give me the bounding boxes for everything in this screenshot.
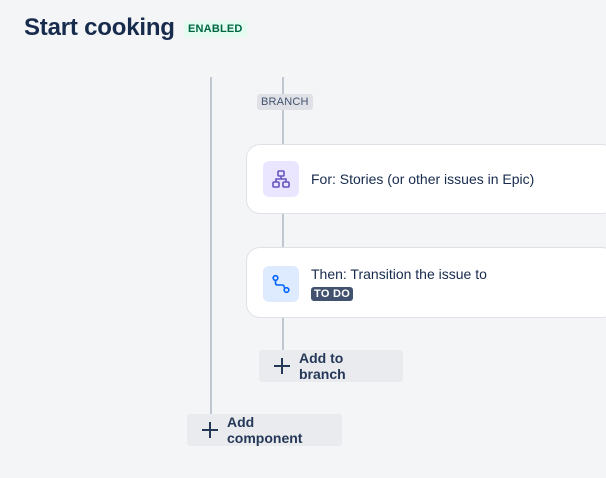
branch-condition-card[interactable]: For: Stories (or other issues in Epic) [246,144,606,214]
branch-line-middle [282,214,284,247]
status-lozenge: TO DO [311,287,354,301]
transition-icon [263,266,299,302]
branch-line-top [282,77,284,144]
add-component-button[interactable]: Add component [187,414,342,446]
branch-action-card[interactable]: Then: Transition the issue to TO DO [246,247,606,318]
hierarchy-icon [263,161,299,197]
action-text: Then: Transition the issue to [311,266,487,282]
action-text-block: Then: Transition the issue to TO DO [311,266,487,301]
main-flow-line [210,77,212,414]
branch-line-bottom [282,318,284,350]
add-to-branch-button[interactable]: Add to branch [259,350,403,382]
page-title: Start cooking [24,14,175,41]
condition-text: For: Stories (or other issues in Epic) [311,171,535,187]
add-component-label: Add component [227,414,303,446]
plus-icon [273,357,291,375]
plus-icon [201,421,219,439]
branch-label: BRANCH [257,94,313,110]
add-to-branch-label: Add to branch [299,350,346,382]
status-badge: ENABLED [184,21,247,37]
